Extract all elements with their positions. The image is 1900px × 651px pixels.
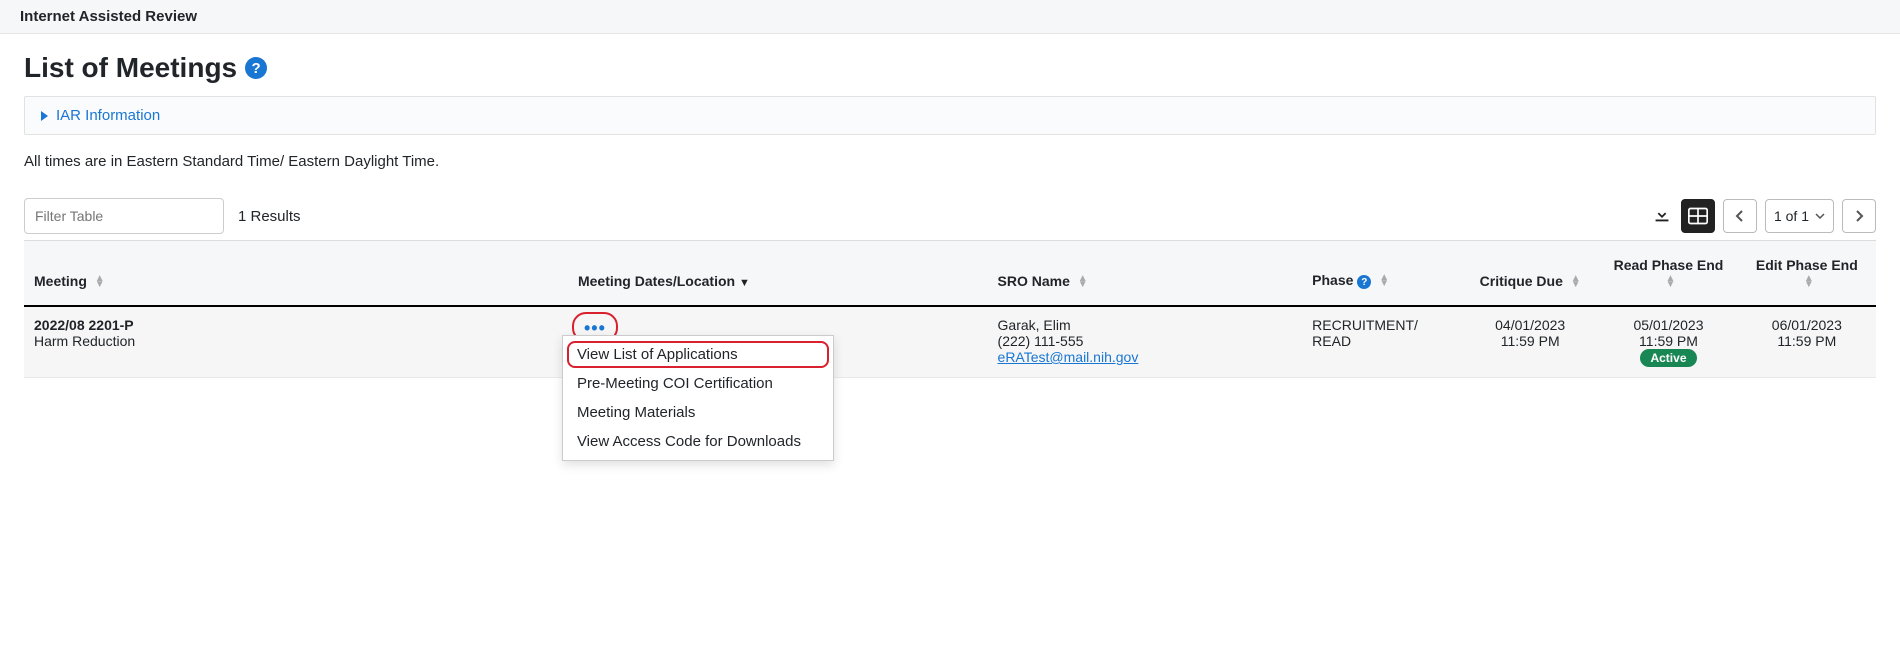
meetings-table: Meeting ▲▼ Meeting Dates/Location ▼ SRO … [24, 240, 1876, 378]
col-sro-name[interactable]: SRO Name ▲▼ [988, 241, 1303, 307]
sro-phone: (222) 111-555 [998, 333, 1293, 349]
sro-name: Garak, Elim [998, 317, 1293, 333]
menu-pre-meeting-coi[interactable]: Pre-Meeting COI Certification [563, 369, 833, 398]
critique-time: 11:59 PM [1471, 333, 1589, 349]
page-title: List of Meetings ? [24, 52, 1876, 84]
row-actions-menu: View List of Applications Pre-Meeting CO… [562, 335, 834, 461]
chevron-right-icon [41, 111, 48, 121]
page-select[interactable]: 1 of 1 [1765, 199, 1834, 233]
read-time: 11:59 PM [1609, 333, 1727, 349]
sort-icon: ▲▼ [1804, 276, 1814, 288]
col-meeting[interactable]: Meeting ▲▼ [24, 241, 568, 307]
menu-meeting-materials[interactable]: Meeting Materials [563, 398, 833, 427]
meeting-code: 2022/08 2201-P [34, 317, 558, 333]
page-title-text: List of Meetings [24, 52, 237, 84]
chevron-down-icon [1815, 213, 1825, 219]
cell-meeting: 2022/08 2201-P Harm Reduction [24, 306, 568, 378]
phase-line2: READ [1312, 333, 1451, 349]
sort-icon: ▲▼ [1379, 275, 1389, 287]
iar-info-panel[interactable]: IAR Information [24, 96, 1876, 135]
meeting-title: Harm Reduction [34, 333, 558, 349]
grid-view-button[interactable] [1681, 199, 1715, 233]
table-toolbar: 1 Results 1 of 1 [24, 198, 1876, 234]
phase-line1: RECRUITMENT/ [1312, 317, 1451, 333]
pager-prev-button[interactable] [1723, 199, 1757, 233]
cell-dates-location: ••• View List of Applications Pre-Meetin… [568, 306, 988, 378]
sort-icon: ▲▼ [1078, 276, 1088, 288]
download-icon[interactable] [1651, 203, 1673, 230]
sort-icon: ▲▼ [1571, 276, 1581, 288]
edit-time: 11:59 PM [1748, 333, 1866, 349]
cell-critique-due: 04/01/2023 11:59 PM [1461, 306, 1599, 378]
edit-date: 06/01/2023 [1748, 317, 1866, 333]
critique-date: 04/01/2023 [1471, 317, 1589, 333]
col-critique-due[interactable]: Critique Due ▲▼ [1461, 241, 1599, 307]
sort-icon: ▲▼ [1666, 276, 1676, 288]
cell-edit-phase-end: 06/01/2023 11:59 PM [1738, 306, 1876, 378]
menu-view-access-code[interactable]: View Access Code for Downloads [563, 427, 833, 456]
app-title: Internet Assisted Review [20, 8, 197, 25]
page-label: 1 of 1 [1774, 208, 1809, 224]
sro-email-link[interactable]: eRATest@mail.nih.gov [998, 349, 1139, 365]
timezone-note: All times are in Eastern Standard Time/ … [24, 153, 1876, 170]
top-bar: Internet Assisted Review [0, 0, 1900, 34]
status-badge: Active [1640, 349, 1696, 367]
help-icon[interactable]: ? [245, 57, 267, 79]
results-count: 1 Results [238, 208, 301, 225]
cell-read-phase-end: 05/01/2023 11:59 PM Active [1599, 306, 1737, 378]
col-phase[interactable]: Phase ? ▲▼ [1302, 241, 1461, 307]
cell-phase: RECRUITMENT/ READ [1302, 306, 1461, 378]
col-edit-phase-end[interactable]: Edit Phase End ▲▼ [1738, 241, 1876, 307]
pager-next-button[interactable] [1842, 199, 1876, 233]
main-content: List of Meetings ? IAR Information All t… [0, 34, 1900, 396]
filter-input[interactable] [24, 198, 224, 234]
help-icon[interactable]: ? [1357, 275, 1371, 289]
sort-icon: ▲▼ [95, 276, 105, 288]
table-row: 2022/08 2201-P Harm Reduction ••• View L… [24, 306, 1876, 378]
iar-info-link[interactable]: IAR Information [56, 107, 160, 124]
read-date: 05/01/2023 [1609, 317, 1727, 333]
menu-view-list-of-applications[interactable]: View List of Applications [563, 340, 833, 369]
col-read-phase-end[interactable]: Read Phase End ▲▼ [1599, 241, 1737, 307]
table-header-row: Meeting ▲▼ Meeting Dates/Location ▼ SRO … [24, 241, 1876, 307]
col-dates-location[interactable]: Meeting Dates/Location ▼ [568, 241, 988, 307]
cell-sro: Garak, Elim (222) 111-555 eRATest@mail.n… [988, 306, 1303, 378]
sort-desc-icon: ▼ [739, 277, 750, 289]
